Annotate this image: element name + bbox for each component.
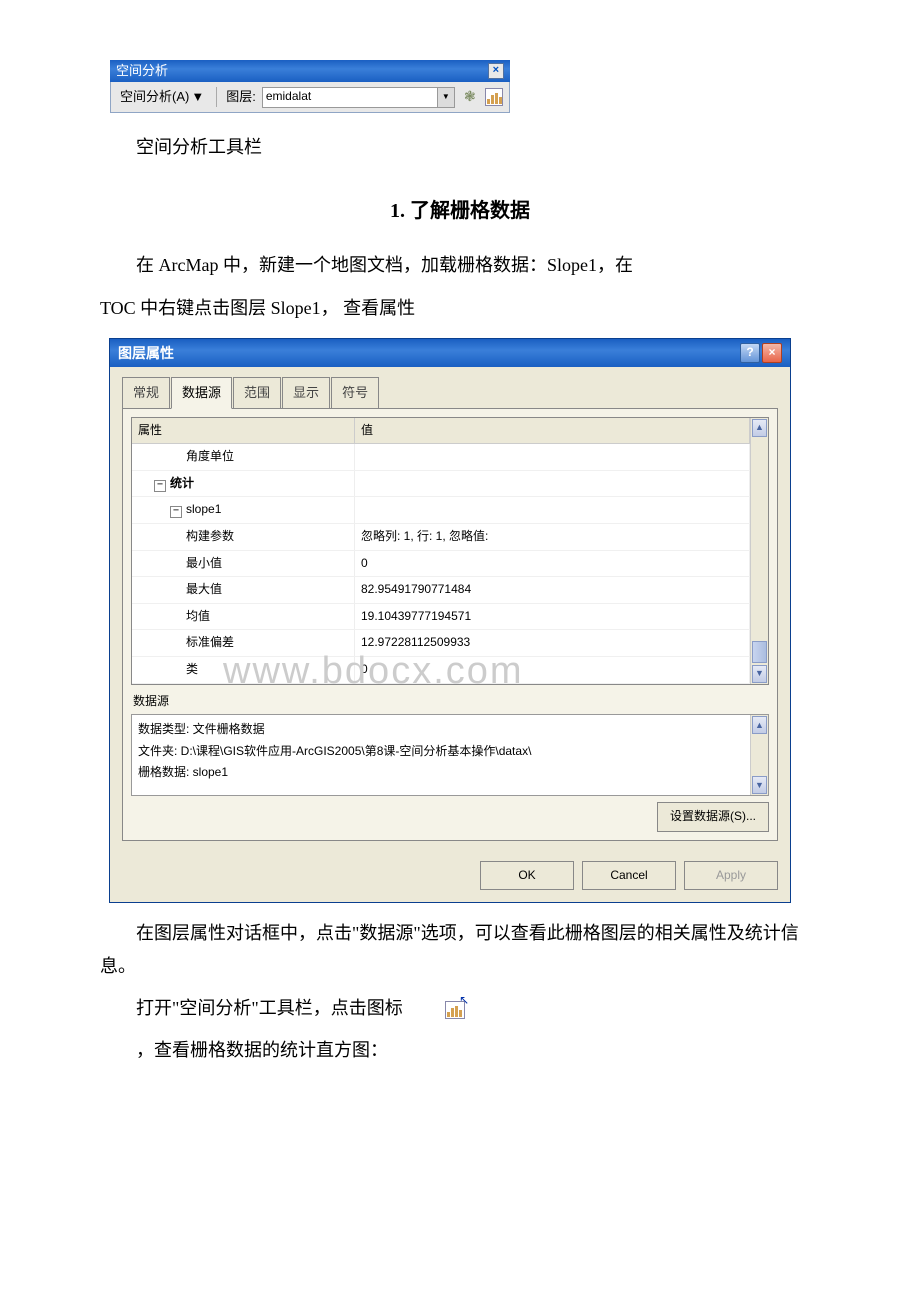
cursor-icon: ↖ [423,990,469,1012]
cancel-button[interactable]: Cancel [582,861,676,891]
value-cell: 12.97228112509933 [355,630,750,657]
value-cell: 19.10439777194571 [355,603,750,630]
tab-source[interactable]: 数据源 [171,377,232,408]
layer-value: emidalat [266,86,311,108]
table-row: 标准偏差 12.97228112509933 [132,630,750,657]
layer-dropdown[interactable]: emidalat ▼ [262,87,455,108]
table-row: 类 0 [132,656,750,683]
datasource-box-wrap: 数据类型: 文件栅格数据 文件夹: D:\课程\GIS软件应用-ArcGIS20… [131,714,769,796]
col-value: 值 [355,418,750,444]
attr-cell: 构建参数 [132,523,355,550]
datasource-label: 数据源 [133,691,769,713]
value-cell: 忽略列: 1, 行: 1, 忽略值: [355,523,750,550]
menu-label: 空间分析(A) [120,85,189,108]
value-cell: 82.95491790771484 [355,577,750,604]
attr-cell: 最小值 [132,550,355,577]
text: TOC 中右键点击图层 Slope1， 查看属性 [100,298,415,318]
spatial-analysis-menu[interactable]: 空间分析(A) ▼ [117,85,207,108]
layer-label: 图层: [226,85,256,108]
toolbar-titlebar: 空间分析 × [110,60,510,82]
tab-symbol[interactable]: 符号 [331,377,379,407]
properties-table-wrap: 属性 值 角度单位 −统计 −slope1 [131,417,769,685]
table-row: −slope1 [132,497,750,524]
tab-general[interactable]: 常规 [122,377,170,407]
text: 在 ArcMap 中，新建一个地图文档，加载栅格数据：Slope1，在 [136,255,633,275]
scroll-thumb[interactable] [752,641,767,663]
value-cell: 0 [355,656,750,683]
paragraph: TOC 中右键点击图层 Slope1， 查看属性 [100,292,820,324]
datasource-box: 数据类型: 文件栅格数据 文件夹: D:\课程\GIS软件应用-ArcGIS20… [132,715,750,795]
close-icon[interactable]: × [488,63,504,79]
collapse-icon[interactable]: − [154,480,166,492]
text: 统计 [170,476,194,490]
help-icon[interactable]: ? [740,343,760,363]
chevron-down-icon: ▼ [191,85,204,108]
layer-properties-dialog: 图层属性 ? × 常规 数据源 范围 显示 符号 www.bdocx.com 属… [110,339,790,902]
table-header-row: 属性 值 [132,418,750,444]
text: slope1 [186,502,221,516]
table-row: 构建参数 忽略列: 1, 行: 1, 忽略值: [132,523,750,550]
attr-cell: 类 [132,656,355,683]
section-heading: 1. 了解栅格数据 [100,193,820,229]
dialog-body: 常规 数据源 范围 显示 符号 www.bdocx.com 属性 值 角度单位 [110,367,790,853]
scroll-down-icon[interactable]: ▼ [752,665,767,683]
tab-extent[interactable]: 范围 [233,377,281,407]
dialog-titlebar: 图层属性 ? × [110,339,790,367]
scroll-up-icon[interactable]: ▲ [752,716,767,734]
table-row: 最小值 0 [132,550,750,577]
properties-table: 属性 值 角度单位 −统计 −slope1 [132,418,750,684]
histogram-icon: ↖ [409,992,465,1024]
col-attr: 属性 [132,418,355,444]
histogram-icon[interactable] [485,88,503,106]
attr-cell: 均值 [132,603,355,630]
tab-display[interactable]: 显示 [282,377,330,407]
table-row: −统计 [132,470,750,497]
text: 栅格数据: slope1 [138,762,744,784]
scrollbar[interactable]: ▲ ▼ [750,418,768,684]
value-cell [355,444,750,471]
ok-button[interactable]: OK [480,861,574,891]
collapse-icon[interactable]: − [170,506,182,518]
close-icon[interactable]: × [762,343,782,363]
options-icon[interactable]: ❃ [461,88,479,106]
dialog-title: 图层属性 [118,341,174,366]
chevron-down-icon: ▼ [437,88,454,107]
paragraph: ，查看栅格数据的统计直方图： [100,1034,820,1066]
text: 打开"空间分析"工具栏，点击图标 [136,998,403,1018]
toolbar-caption: 空间分析工具栏 [100,131,820,163]
set-datasource-button[interactable]: 设置数据源(S)... [657,802,769,832]
scroll-down-icon[interactable]: ▼ [752,776,767,794]
text: 文件夹: D:\课程\GIS软件应用-ArcGIS2005\第8课-空间分析基本… [138,741,744,763]
value-cell: 0 [355,550,750,577]
scroll-up-icon[interactable]: ▲ [752,419,767,437]
value-cell [355,497,750,524]
attr-cell: −统计 [132,470,355,497]
toolbar-title: 空间分析 [116,59,168,82]
paragraph: 在 ArcMap 中，新建一个地图文档，加载栅格数据：Slope1，在 [100,249,820,281]
paragraph: 打开"空间分析"工具栏，点击图标 ↖ [100,992,820,1024]
text: 数据类型: 文件栅格数据 [138,719,744,741]
table-row: 均值 19.10439777194571 [132,603,750,630]
attr-cell: 角度单位 [132,444,355,471]
tab-content: www.bdocx.com 属性 值 角度单位 −统计 [122,408,778,841]
dialog-footer: OK Cancel Apply [110,853,790,903]
value-cell [355,470,750,497]
apply-button: Apply [684,861,778,891]
divider [216,87,217,107]
attr-cell: −slope1 [132,497,355,524]
toolbar-body: 空间分析(A) ▼ 图层: emidalat ▼ ❃ [110,82,510,113]
set-datasource-row: 设置数据源(S)... [131,802,769,832]
table-row: 最大值 82.95491790771484 [132,577,750,604]
table-row: 角度单位 [132,444,750,471]
attr-cell: 最大值 [132,577,355,604]
scrollbar[interactable]: ▲ ▼ [750,715,768,795]
paragraph: 在图层属性对话框中，点击"数据源"选项，可以查看此栅格图层的相关属性及统计信息。 [100,917,820,982]
attr-cell: 标准偏差 [132,630,355,657]
tab-strip: 常规 数据源 范围 显示 符号 [122,377,778,407]
spatial-analysis-toolbar: 空间分析 × 空间分析(A) ▼ 图层: emidalat ▼ ❃ [110,60,510,113]
